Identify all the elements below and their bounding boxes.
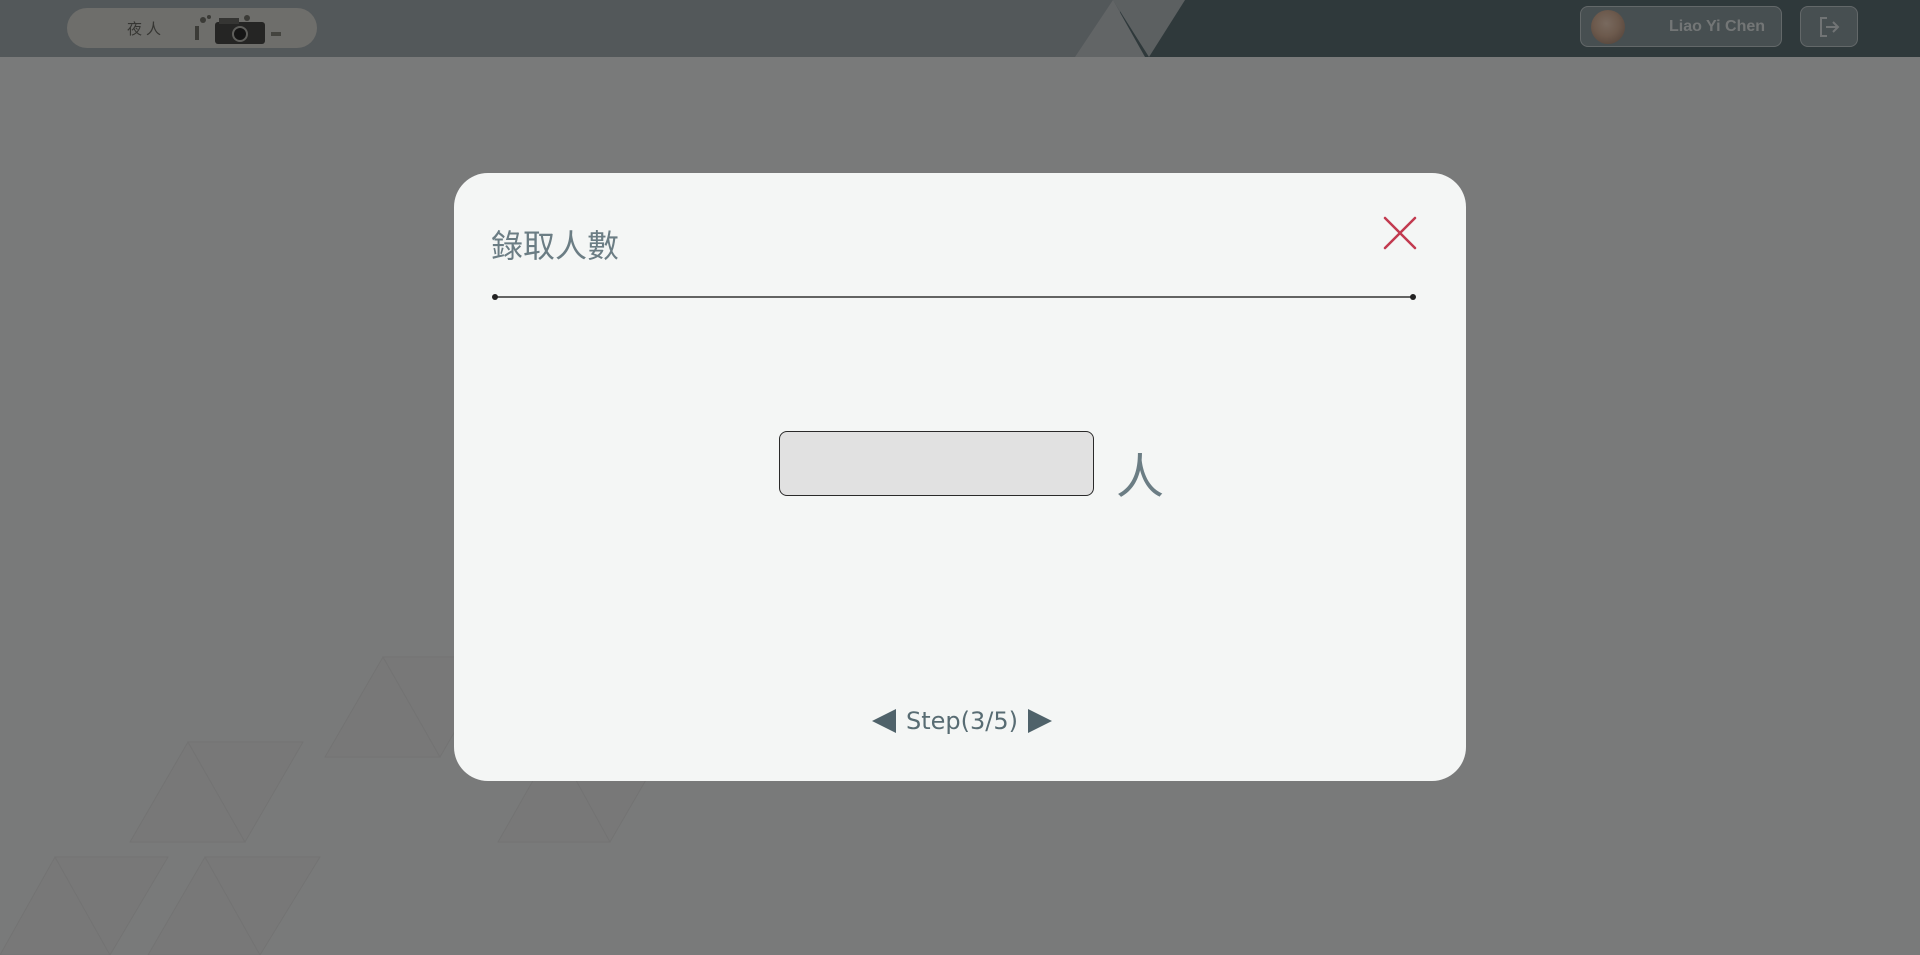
dialog-title: 錄取人數 bbox=[491, 227, 620, 265]
unit-label: 人 bbox=[1116, 449, 1165, 505]
title-divider bbox=[492, 294, 1416, 300]
triangle-left-icon bbox=[872, 709, 896, 733]
close-button[interactable] bbox=[1380, 213, 1420, 253]
close-icon bbox=[1383, 216, 1417, 250]
hire-count-dialog: 錄取人數 人 Step(3/5) bbox=[454, 173, 1466, 781]
step-indicator: Step(3/5) bbox=[906, 707, 1018, 735]
step-navigator: Step(3/5) bbox=[870, 703, 1054, 739]
next-step-button[interactable] bbox=[1026, 707, 1054, 735]
triangle-right-icon bbox=[1028, 709, 1052, 733]
hire-count-input[interactable] bbox=[779, 431, 1094, 496]
prev-step-button[interactable] bbox=[870, 707, 898, 735]
